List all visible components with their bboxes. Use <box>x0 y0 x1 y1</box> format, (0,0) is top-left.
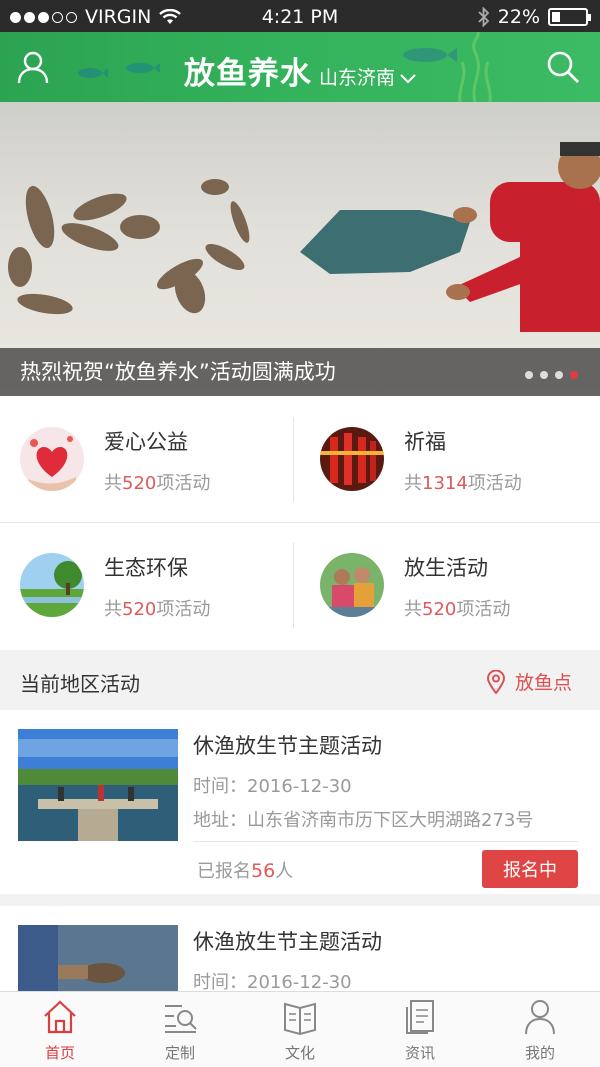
home-icon <box>44 1000 76 1034</box>
tab-label: 定制 <box>164 1044 195 1062</box>
signup-button[interactable]: 报名中 <box>482 850 578 888</box>
charity-thumbnail <box>20 427 84 491</box>
app-header: 放鱼养水 山东济南 <box>0 32 600 102</box>
tab-culture[interactable]: 文化 <box>240 992 360 1067</box>
search-icon[interactable] <box>546 50 580 84</box>
carousel-dot <box>525 371 533 379</box>
tab-label: 我的 <box>524 1044 555 1062</box>
carousel-dot <box>555 371 563 379</box>
news-icon <box>406 1000 434 1034</box>
category-release[interactable]: 放生活动 共520项活动 <box>300 522 600 648</box>
tab-customize[interactable]: 定制 <box>120 992 240 1067</box>
divider <box>193 841 578 842</box>
customize-icon <box>165 1005 197 1033</box>
section-header: 当前地区活动 放鱼点 <box>0 650 600 710</box>
category-grid: 爱心公益 共520项活动 祈福 共1314项活动 生态环保 共520项活动 放生… <box>0 396 600 650</box>
tab-label: 首页 <box>44 1044 75 1062</box>
event-time: 时间：2016-12-30 <box>193 972 352 991</box>
location-pin-icon <box>486 669 505 694</box>
banner-caption: 热烈祝贺“放鱼养水”活动圆满成功 <box>0 348 600 396</box>
divider <box>293 543 294 628</box>
event-time: 时间：2016-12-30 <box>193 776 352 797</box>
profile-icon <box>525 1000 555 1035</box>
event-card[interactable]: 休渔放生节主题活动 时间：2016-12-30 <box>0 906 600 991</box>
app-title: 放鱼养水 <box>183 56 312 92</box>
event-card[interactable]: 休渔放生节主题活动 时间：2016-12-30 地址：山东省济南市历下区大明湖路… <box>0 710 600 894</box>
category-count: 共520项活动 <box>104 599 211 620</box>
category-charity[interactable]: 爱心公益 共520项活动 <box>0 396 300 522</box>
event-title: 休渔放生节主题活动 <box>193 930 382 954</box>
section-title: 当前地区活动 <box>20 672 140 696</box>
event-title: 休渔放生节主题活动 <box>193 734 382 758</box>
category-name: 放生活动 <box>404 556 488 580</box>
blessing-thumbnail <box>320 427 384 491</box>
status-bar: VIRGIN 4:21 PM 22% <box>0 0 600 32</box>
carousel-dot <box>540 371 548 379</box>
category-name: 祈福 <box>404 430 446 454</box>
fishing-spot-label: 放鱼点 <box>514 672 572 694</box>
category-count: 共1314项活动 <box>404 473 522 494</box>
event-photo <box>18 729 178 841</box>
header-title-group[interactable]: 放鱼养水 山东济南 <box>0 48 600 93</box>
category-count: 共520项活动 <box>104 473 211 494</box>
chevron-down-icon[interactable] <box>400 74 416 84</box>
release-thumbnail <box>320 553 384 617</box>
carousel-indicator <box>525 371 578 379</box>
tab-label: 资讯 <box>404 1044 435 1062</box>
battery-percent: 22% <box>497 6 540 28</box>
category-name: 爱心公益 <box>104 430 188 454</box>
event-address: 地址：山东省济南市历下区大明湖路273号 <box>193 810 534 831</box>
carousel-dot-active <box>570 371 578 379</box>
fishing-spot-link[interactable]: 放鱼点 <box>486 668 572 695</box>
tab-home[interactable]: 首页 <box>0 992 120 1067</box>
category-count: 共520项活动 <box>404 599 511 620</box>
event-photo <box>18 925 178 991</box>
divider <box>293 417 294 502</box>
bluetooth-icon <box>478 7 490 27</box>
tab-label: 文化 <box>284 1044 315 1062</box>
battery-icon <box>548 8 591 26</box>
category-name: 生态环保 <box>104 556 188 580</box>
ecology-thumbnail <box>20 553 84 617</box>
tab-profile[interactable]: 我的 <box>480 992 600 1067</box>
bottom-tab-bar: 首页 定制 文化 资讯 我的 <box>0 991 600 1067</box>
enrolled-count: 已报名56人 <box>197 860 294 882</box>
book-icon <box>284 1002 316 1036</box>
category-blessing[interactable]: 祈福 共1314项活动 <box>300 396 600 522</box>
hero-banner[interactable]: 热烈祝贺“放鱼养水”活动圆满成功 <box>0 102 600 396</box>
category-ecology[interactable]: 生态环保 共520项活动 <box>0 522 300 648</box>
city-selector[interactable]: 山东济南 <box>319 67 395 89</box>
tab-news[interactable]: 资讯 <box>360 992 480 1067</box>
